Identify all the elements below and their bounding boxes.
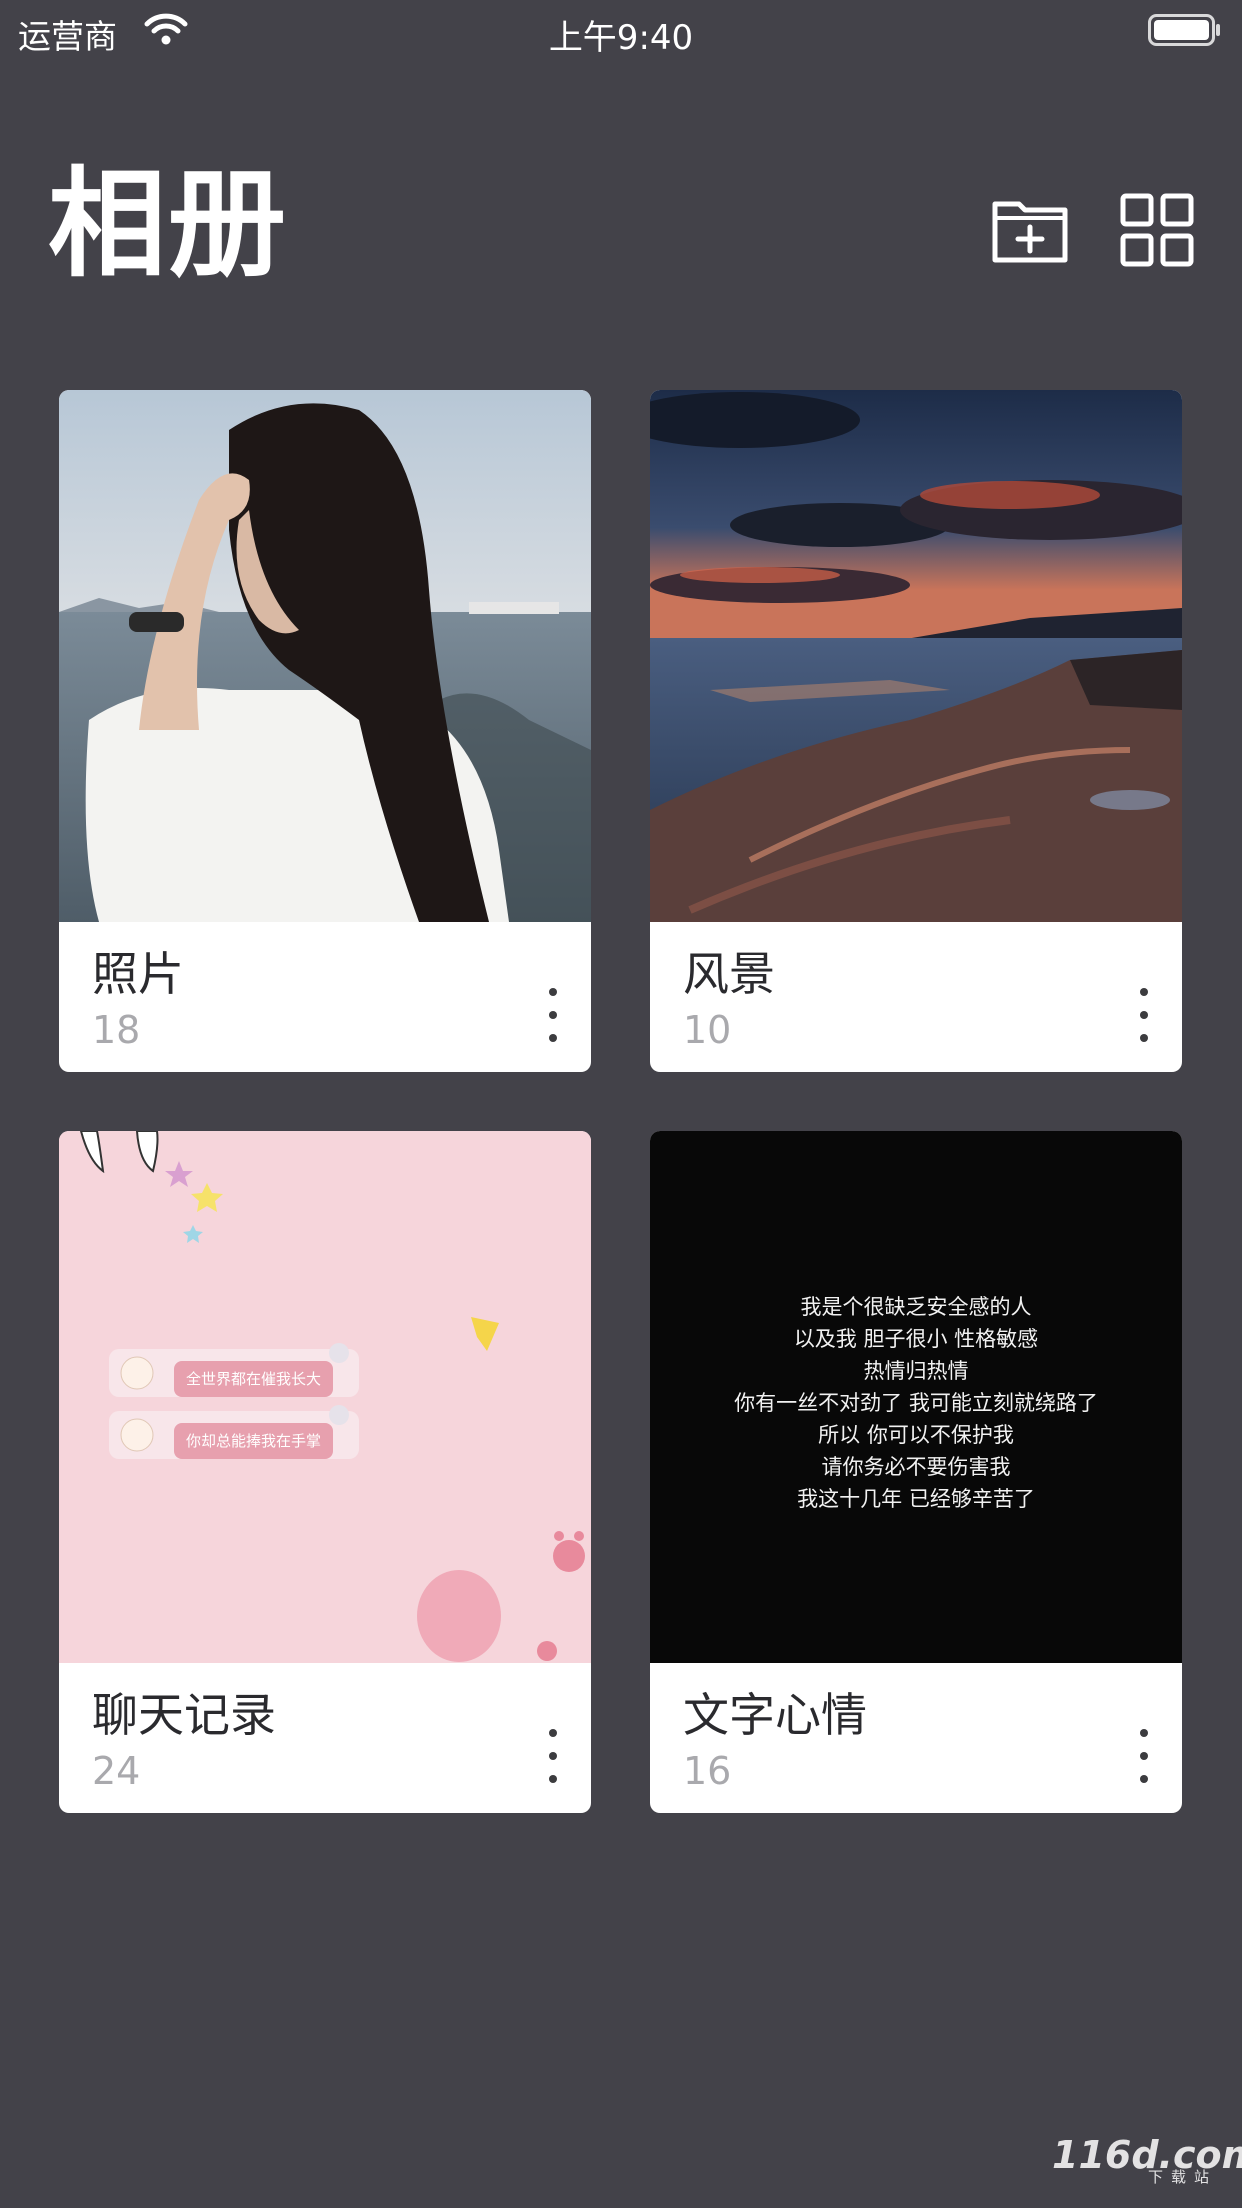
- album-name: 风景: [683, 947, 775, 1001]
- watermark-subtitle: 下载站: [1148, 2168, 1218, 2186]
- more-options-icon[interactable]: [1124, 980, 1164, 1050]
- album-card-photos[interactable]: 照片 18: [59, 390, 591, 1072]
- seaside-sunset-photo: [650, 390, 1182, 922]
- album-count: 24: [92, 1749, 141, 1793]
- mood-line: 请你务必不要伤害我: [821, 1455, 1011, 1479]
- album-name: 聊天记录: [92, 1688, 276, 1742]
- folder-plus-icon[interactable]: [991, 190, 1071, 270]
- mood-line: 你有一丝不对劲了 我可能立刻就绕路了: [734, 1391, 1098, 1415]
- more-options-icon[interactable]: [533, 980, 573, 1050]
- album-count: 18: [92, 1008, 141, 1052]
- mood-line: 热情归热情: [863, 1359, 969, 1383]
- pink-chat-screenshot: [59, 1131, 591, 1663]
- mood-line: 我是个很缺乏安全感的人: [800, 1295, 1032, 1319]
- grid-view-icon[interactable]: [1117, 190, 1197, 270]
- status-bar: 运营商 上午9:40: [0, 0, 1242, 60]
- status-time: 上午9:40: [548, 18, 694, 58]
- album-name: 文字心情: [683, 1688, 867, 1742]
- album-card-text-mood[interactable]: 我是个很缺乏安全感的人 以及我 胆子很小 性格敏感 热情归热情 你有一丝不对劲了…: [650, 1131, 1182, 1813]
- page-title: 相册: [48, 155, 289, 293]
- album-count: 16: [683, 1749, 732, 1793]
- album-count: 10: [683, 1008, 732, 1052]
- chat-bubble: 你却总能捧我在手掌: [174, 1423, 334, 1459]
- more-options-icon[interactable]: [1124, 1721, 1164, 1791]
- mood-text-block: 我是个很缺乏安全感的人 以及我 胆子很小 性格敏感 热情归热情 你有一丝不对劲了…: [650, 1291, 1182, 1515]
- battery-icon: [1148, 14, 1220, 46]
- album-thumbnail[interactable]: [650, 390, 1182, 922]
- mood-line: 所以 你可以不保护我: [818, 1423, 1014, 1447]
- text-mood-image: 我是个很缺乏安全感的人 以及我 胆子很小 性格敏感 热情归热情 你有一丝不对劲了…: [650, 1131, 1182, 1663]
- album-thumbnail[interactable]: 我是个很缺乏安全感的人 以及我 胆子很小 性格敏感 热情归热情 你有一丝不对劲了…: [650, 1131, 1182, 1663]
- album-name: 照片: [92, 947, 184, 1001]
- album-page: 运营商 上午9:40 相册 照片 18 风景 10 全世界都在催我长大 你却总能…: [0, 0, 1242, 2208]
- album-card-scenery[interactable]: 风景 10: [650, 390, 1182, 1072]
- chat-bubble: 全世界都在催我长大: [174, 1361, 334, 1397]
- more-options-icon[interactable]: [533, 1721, 573, 1791]
- mood-line: 以及我 胆子很小 性格敏感: [793, 1327, 1039, 1351]
- album-thumbnail[interactable]: [59, 390, 591, 922]
- album-thumbnail[interactable]: 全世界都在催我长大 你却总能捧我在手掌: [59, 1131, 591, 1663]
- girl-by-sea-photo: [59, 390, 591, 922]
- album-card-chat-records[interactable]: 全世界都在催我长大 你却总能捧我在手掌 聊天记录 24: [59, 1131, 591, 1813]
- mood-line: 我这十几年 已经够辛苦了: [797, 1487, 1035, 1511]
